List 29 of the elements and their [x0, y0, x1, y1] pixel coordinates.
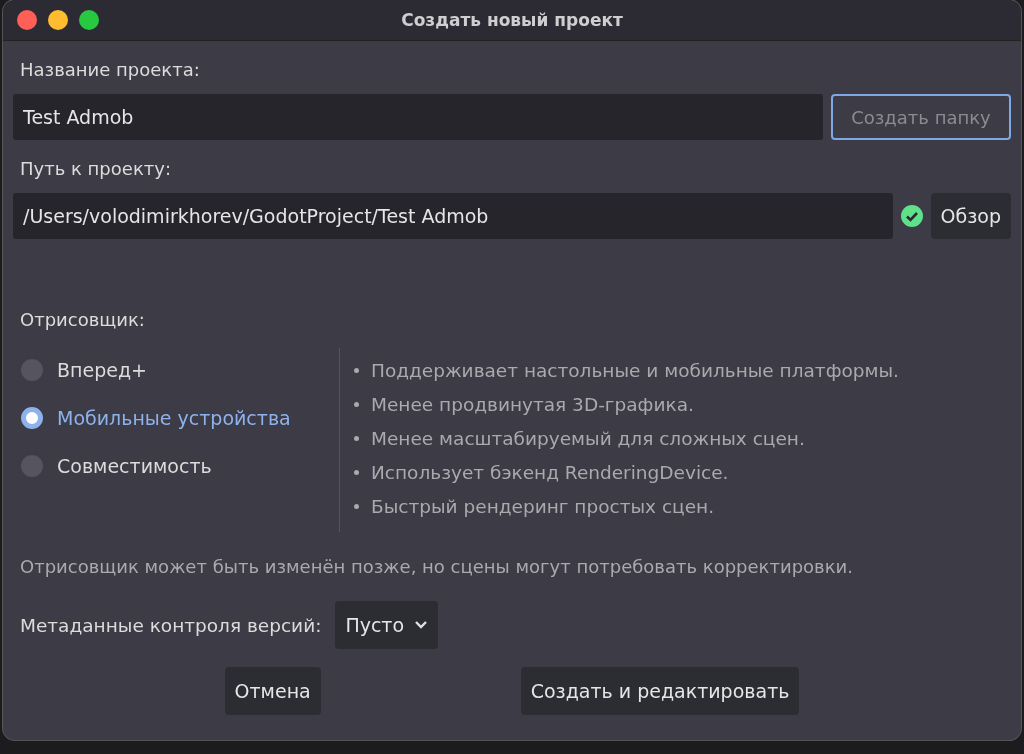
project-path-label: Путь к проекту:: [19, 158, 172, 179]
close-window-button[interactable]: [17, 10, 37, 30]
dialog-button[interactable]: Отмена: [224, 667, 321, 715]
bullet-icon: [354, 401, 359, 407]
chevron-down-icon: [414, 620, 429, 630]
window-title: Создать новый проект: [401, 10, 623, 30]
renderer-radio-option[interactable]: Совместимость: [13, 448, 339, 484]
bullet-icon: [354, 469, 359, 475]
renderer-label: Отрисовщик:: [19, 309, 146, 330]
bullet-icon: [354, 435, 359, 441]
maximize-window-button[interactable]: [79, 10, 99, 30]
feature-text: Использует бэкенд RenderingDevice.: [371, 461, 729, 483]
feature-text: Поддерживает настольные и мобильные платформы.: [371, 359, 899, 381]
feature-text: Быстрый рендеринг простых сцен.: [371, 495, 715, 517]
bullet-icon: [354, 503, 359, 509]
renderer-radio-option[interactable]: Вперед+: [13, 352, 339, 388]
project-name-label: Название проекта:: [19, 59, 201, 80]
vcs-label: Метаданные контроля версий:: [20, 614, 322, 636]
browse-button[interactable]: Обзор: [930, 193, 1011, 239]
dialog-button[interactable]: Создать и редактировать: [520, 667, 800, 715]
project-path-field[interactable]: /Users/volodimirkhorev/GodotProject/Test Admob: [13, 193, 893, 239]
feature-text: Менее продвинутая 3D-графика.: [371, 393, 694, 415]
project-name-field[interactable]: Test Admob: [13, 94, 823, 140]
minimize-window-button[interactable]: [48, 10, 68, 30]
vcs-dropdown[interactable]: Пусто: [335, 601, 439, 649]
bullet-icon: [354, 367, 359, 373]
renderer-note: Отрисовщик может быть изменён позже, но сцены могут потребовать корректировки.: [19, 556, 854, 577]
feature-text: Менее масштабируемый для сложных сцен.: [371, 427, 805, 449]
renderer-radio-option[interactable]: Мобильные устройства: [13, 400, 339, 436]
